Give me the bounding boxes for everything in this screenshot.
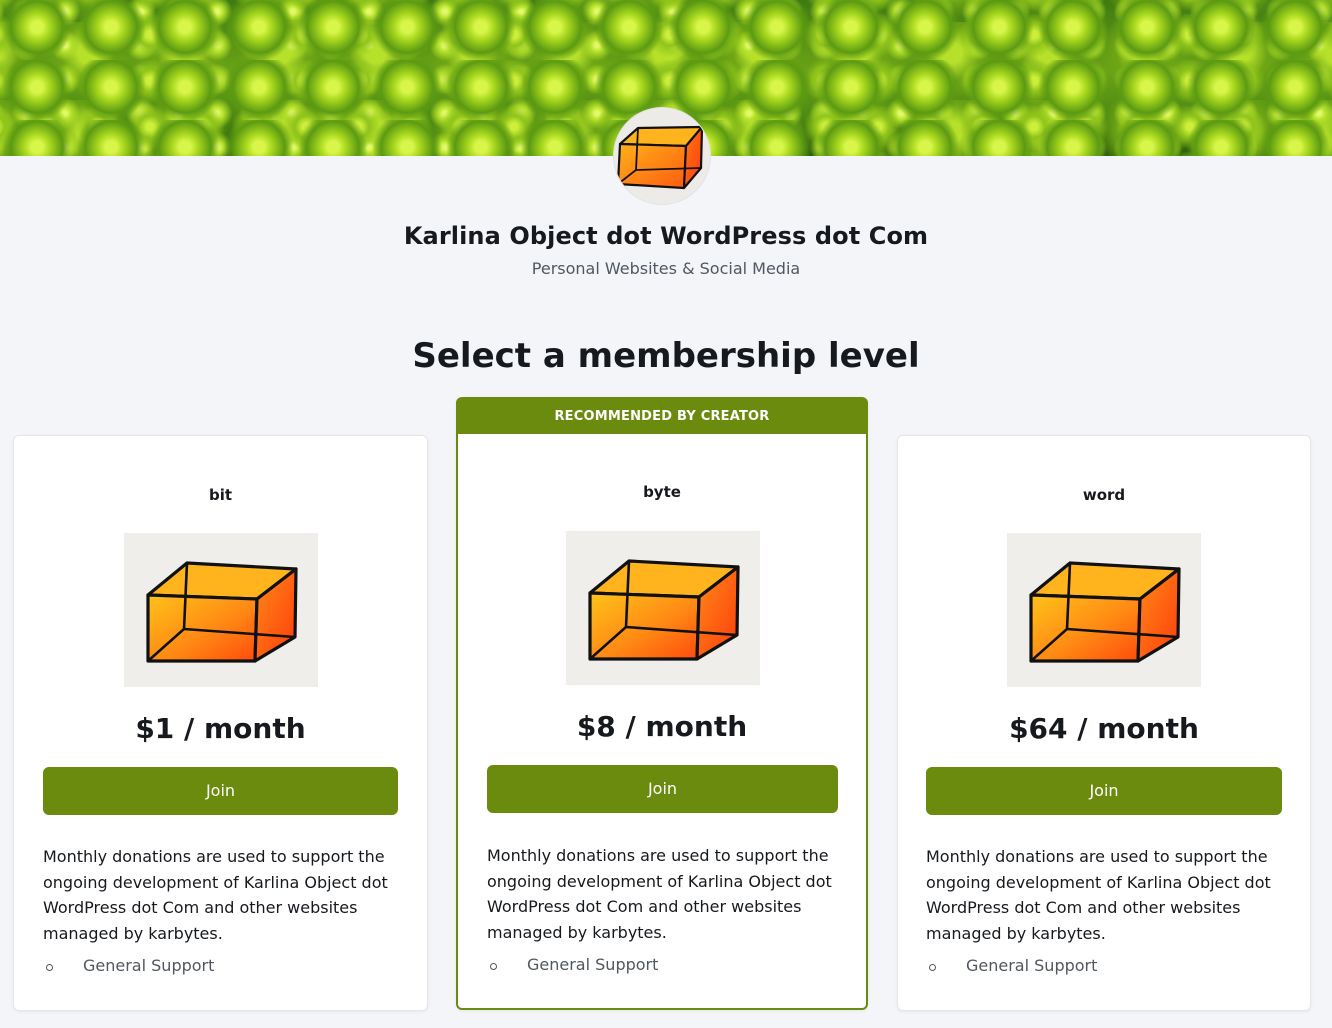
bullet-icon xyxy=(46,964,53,971)
tier-price: $64 / month xyxy=(1009,712,1199,745)
tier-card-byte: RECOMMENDED BY CREATOR byte $8 / month J… xyxy=(456,397,868,1010)
join-button[interactable]: Join xyxy=(926,767,1282,815)
site-subtitle: Personal Websites & Social Media xyxy=(531,259,801,278)
orange-box-icon xyxy=(146,561,298,663)
tier-description: Monthly donations are used to support th… xyxy=(487,846,832,942)
benefit-label: General Support xyxy=(527,955,659,974)
benefit-label: General Support xyxy=(83,956,215,975)
tier-image xyxy=(1007,533,1201,687)
tier-name: byte xyxy=(643,483,681,501)
benefit-item: General Support xyxy=(44,956,214,975)
bullet-icon xyxy=(490,963,497,970)
join-button[interactable]: Join xyxy=(43,767,398,815)
recommended-badge: RECOMMENDED BY CREATOR xyxy=(458,399,866,434)
orange-box-icon xyxy=(616,125,704,190)
tier-description: Monthly donations are used to support th… xyxy=(43,847,388,943)
tier-name: bit xyxy=(208,486,233,504)
membership-heading: Select a membership level xyxy=(412,336,920,376)
tier-image xyxy=(566,531,760,685)
orange-box-icon xyxy=(588,559,740,661)
tier-price: $1 / month xyxy=(135,712,306,745)
tier-image xyxy=(124,533,318,687)
tier-card-bit: bit $1 / month Join Monthly donations ar… xyxy=(13,435,428,1011)
benefit-item: General Support xyxy=(488,955,658,974)
site-avatar xyxy=(614,108,710,204)
tier-card-word: word $64 / month Join Monthly donations … xyxy=(897,435,1311,1011)
benefit-label: General Support xyxy=(966,956,1098,975)
bullet-icon xyxy=(929,964,936,971)
tier-price: $8 / month xyxy=(576,710,748,743)
orange-box-icon xyxy=(1029,561,1181,663)
benefit-item: General Support xyxy=(927,956,1097,975)
tier-name: word xyxy=(1082,486,1126,504)
site-title: Karlina Object dot WordPress dot Com xyxy=(403,222,929,250)
join-button[interactable]: Join xyxy=(487,765,838,813)
tier-description: Monthly donations are used to support th… xyxy=(926,847,1271,943)
